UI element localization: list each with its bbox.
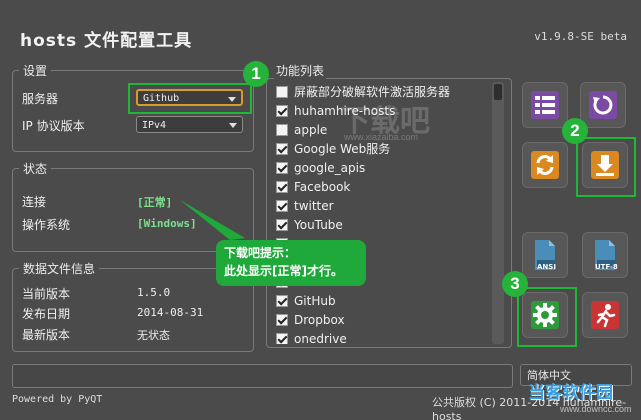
annotation-box-settings bbox=[517, 287, 577, 347]
scrollbar-thumb[interactable] bbox=[494, 84, 502, 100]
ip-version-select[interactable]: IPv4 bbox=[136, 116, 243, 133]
tooltip-line-1: 下载吧提示： bbox=[224, 246, 297, 260]
running-man-icon bbox=[591, 301, 619, 329]
release-date-value: 2014-08-31 bbox=[137, 306, 204, 319]
annotation-box-server bbox=[128, 83, 252, 114]
function-checkbox[interactable] bbox=[276, 218, 288, 231]
function-list-item[interactable]: GitHub bbox=[272, 291, 490, 310]
function-label: YouTube bbox=[294, 217, 343, 232]
app-window: hosts 文件配置工具 v1.9.8-SE beta 设置 服务器 Githu… bbox=[0, 0, 641, 420]
step-marker-3: 3 bbox=[502, 271, 528, 297]
app-title: hosts 文件配置工具 bbox=[20, 31, 193, 51]
function-label: apple bbox=[294, 122, 328, 137]
corner-watermark-url: www.downcc.com bbox=[560, 404, 632, 414]
function-checkbox[interactable] bbox=[276, 142, 288, 155]
function-label: google_apis bbox=[294, 160, 366, 175]
annotation-box-download bbox=[576, 137, 636, 197]
function-checkbox[interactable] bbox=[276, 85, 288, 98]
latest-version-label: 最新版本 bbox=[22, 328, 71, 342]
utf8-export-button[interactable]: UTF-8 bbox=[582, 232, 628, 278]
function-label: twitter bbox=[294, 198, 334, 213]
function-checkbox[interactable] bbox=[276, 180, 288, 193]
undo-icon bbox=[589, 91, 617, 119]
status-legend: 状态 bbox=[23, 162, 48, 176]
function-list-scrollbar[interactable] bbox=[492, 82, 504, 344]
settings-legend: 设置 bbox=[23, 64, 48, 78]
footer-powered-by: Powered by PyQT bbox=[12, 394, 103, 405]
server-label: 服务器 bbox=[22, 92, 59, 106]
exit-button[interactable] bbox=[582, 292, 628, 338]
tooltip-line-2: 此处显示[正常]才行。 bbox=[224, 264, 343, 278]
list-icon bbox=[531, 91, 559, 119]
connection-status: [正常] bbox=[137, 196, 173, 209]
tooltip-callout: 下载吧提示： 此处显示[正常]才行。 bbox=[216, 240, 366, 286]
function-list-legend: 功能列表 bbox=[274, 62, 327, 79]
chevron-down-icon bbox=[229, 123, 237, 128]
step-marker-1: 1 bbox=[243, 61, 269, 87]
watermark-url: www.xiazaiba.com bbox=[344, 132, 419, 142]
function-list-button[interactable] bbox=[522, 82, 568, 128]
ip-version-label: IP 协议版本 bbox=[22, 119, 85, 133]
function-checkbox[interactable] bbox=[276, 313, 288, 326]
function-checkbox[interactable] bbox=[276, 123, 288, 136]
function-checkbox[interactable] bbox=[276, 199, 288, 212]
function-checkbox[interactable] bbox=[276, 104, 288, 117]
function-label: onedrive bbox=[294, 331, 347, 345]
refresh-icon bbox=[531, 151, 559, 179]
ansi-label: ANSI bbox=[537, 263, 556, 271]
connection-label: 连接 bbox=[22, 195, 47, 209]
refresh-button[interactable] bbox=[522, 142, 568, 188]
current-version-label: 当前版本 bbox=[22, 287, 71, 301]
function-list-item[interactable]: Facebook bbox=[272, 177, 490, 196]
ip-version-select-value: IPv4 bbox=[142, 120, 167, 131]
current-version-value: 1.5.0 bbox=[137, 286, 171, 299]
function-list-item[interactable]: Dropbox bbox=[272, 310, 490, 329]
function-list-item[interactable]: onedrive bbox=[272, 329, 490, 344]
app-version: v1.9.8-SE beta bbox=[534, 30, 627, 43]
status-bar bbox=[12, 364, 513, 388]
ansi-export-button[interactable]: ANSI bbox=[522, 232, 568, 278]
function-checkbox[interactable] bbox=[276, 294, 288, 307]
os-label: 操作系统 bbox=[22, 218, 71, 232]
function-list-item[interactable]: google_apis bbox=[272, 158, 490, 177]
release-date-label: 发布日期 bbox=[22, 307, 71, 321]
function-checkbox[interactable] bbox=[276, 332, 288, 344]
function-list-item[interactable]: YouTube bbox=[272, 215, 490, 234]
latest-version-value: 无状态 bbox=[137, 329, 170, 342]
function-checkbox[interactable] bbox=[276, 161, 288, 174]
utf8-label: UTF-8 bbox=[595, 263, 618, 271]
step-marker-2: 2 bbox=[562, 118, 588, 144]
function-list-item[interactable]: twitter bbox=[272, 196, 490, 215]
datafile-legend: 数据文件信息 bbox=[23, 262, 96, 276]
function-label: Facebook bbox=[294, 179, 351, 194]
function-label: Dropbox bbox=[294, 312, 345, 327]
corner-watermark: 当客软件园 bbox=[528, 383, 613, 402]
restore-button[interactable] bbox=[580, 82, 626, 128]
function-label: Google Web服务 bbox=[294, 142, 391, 156]
function-label: GitHub bbox=[294, 293, 336, 308]
